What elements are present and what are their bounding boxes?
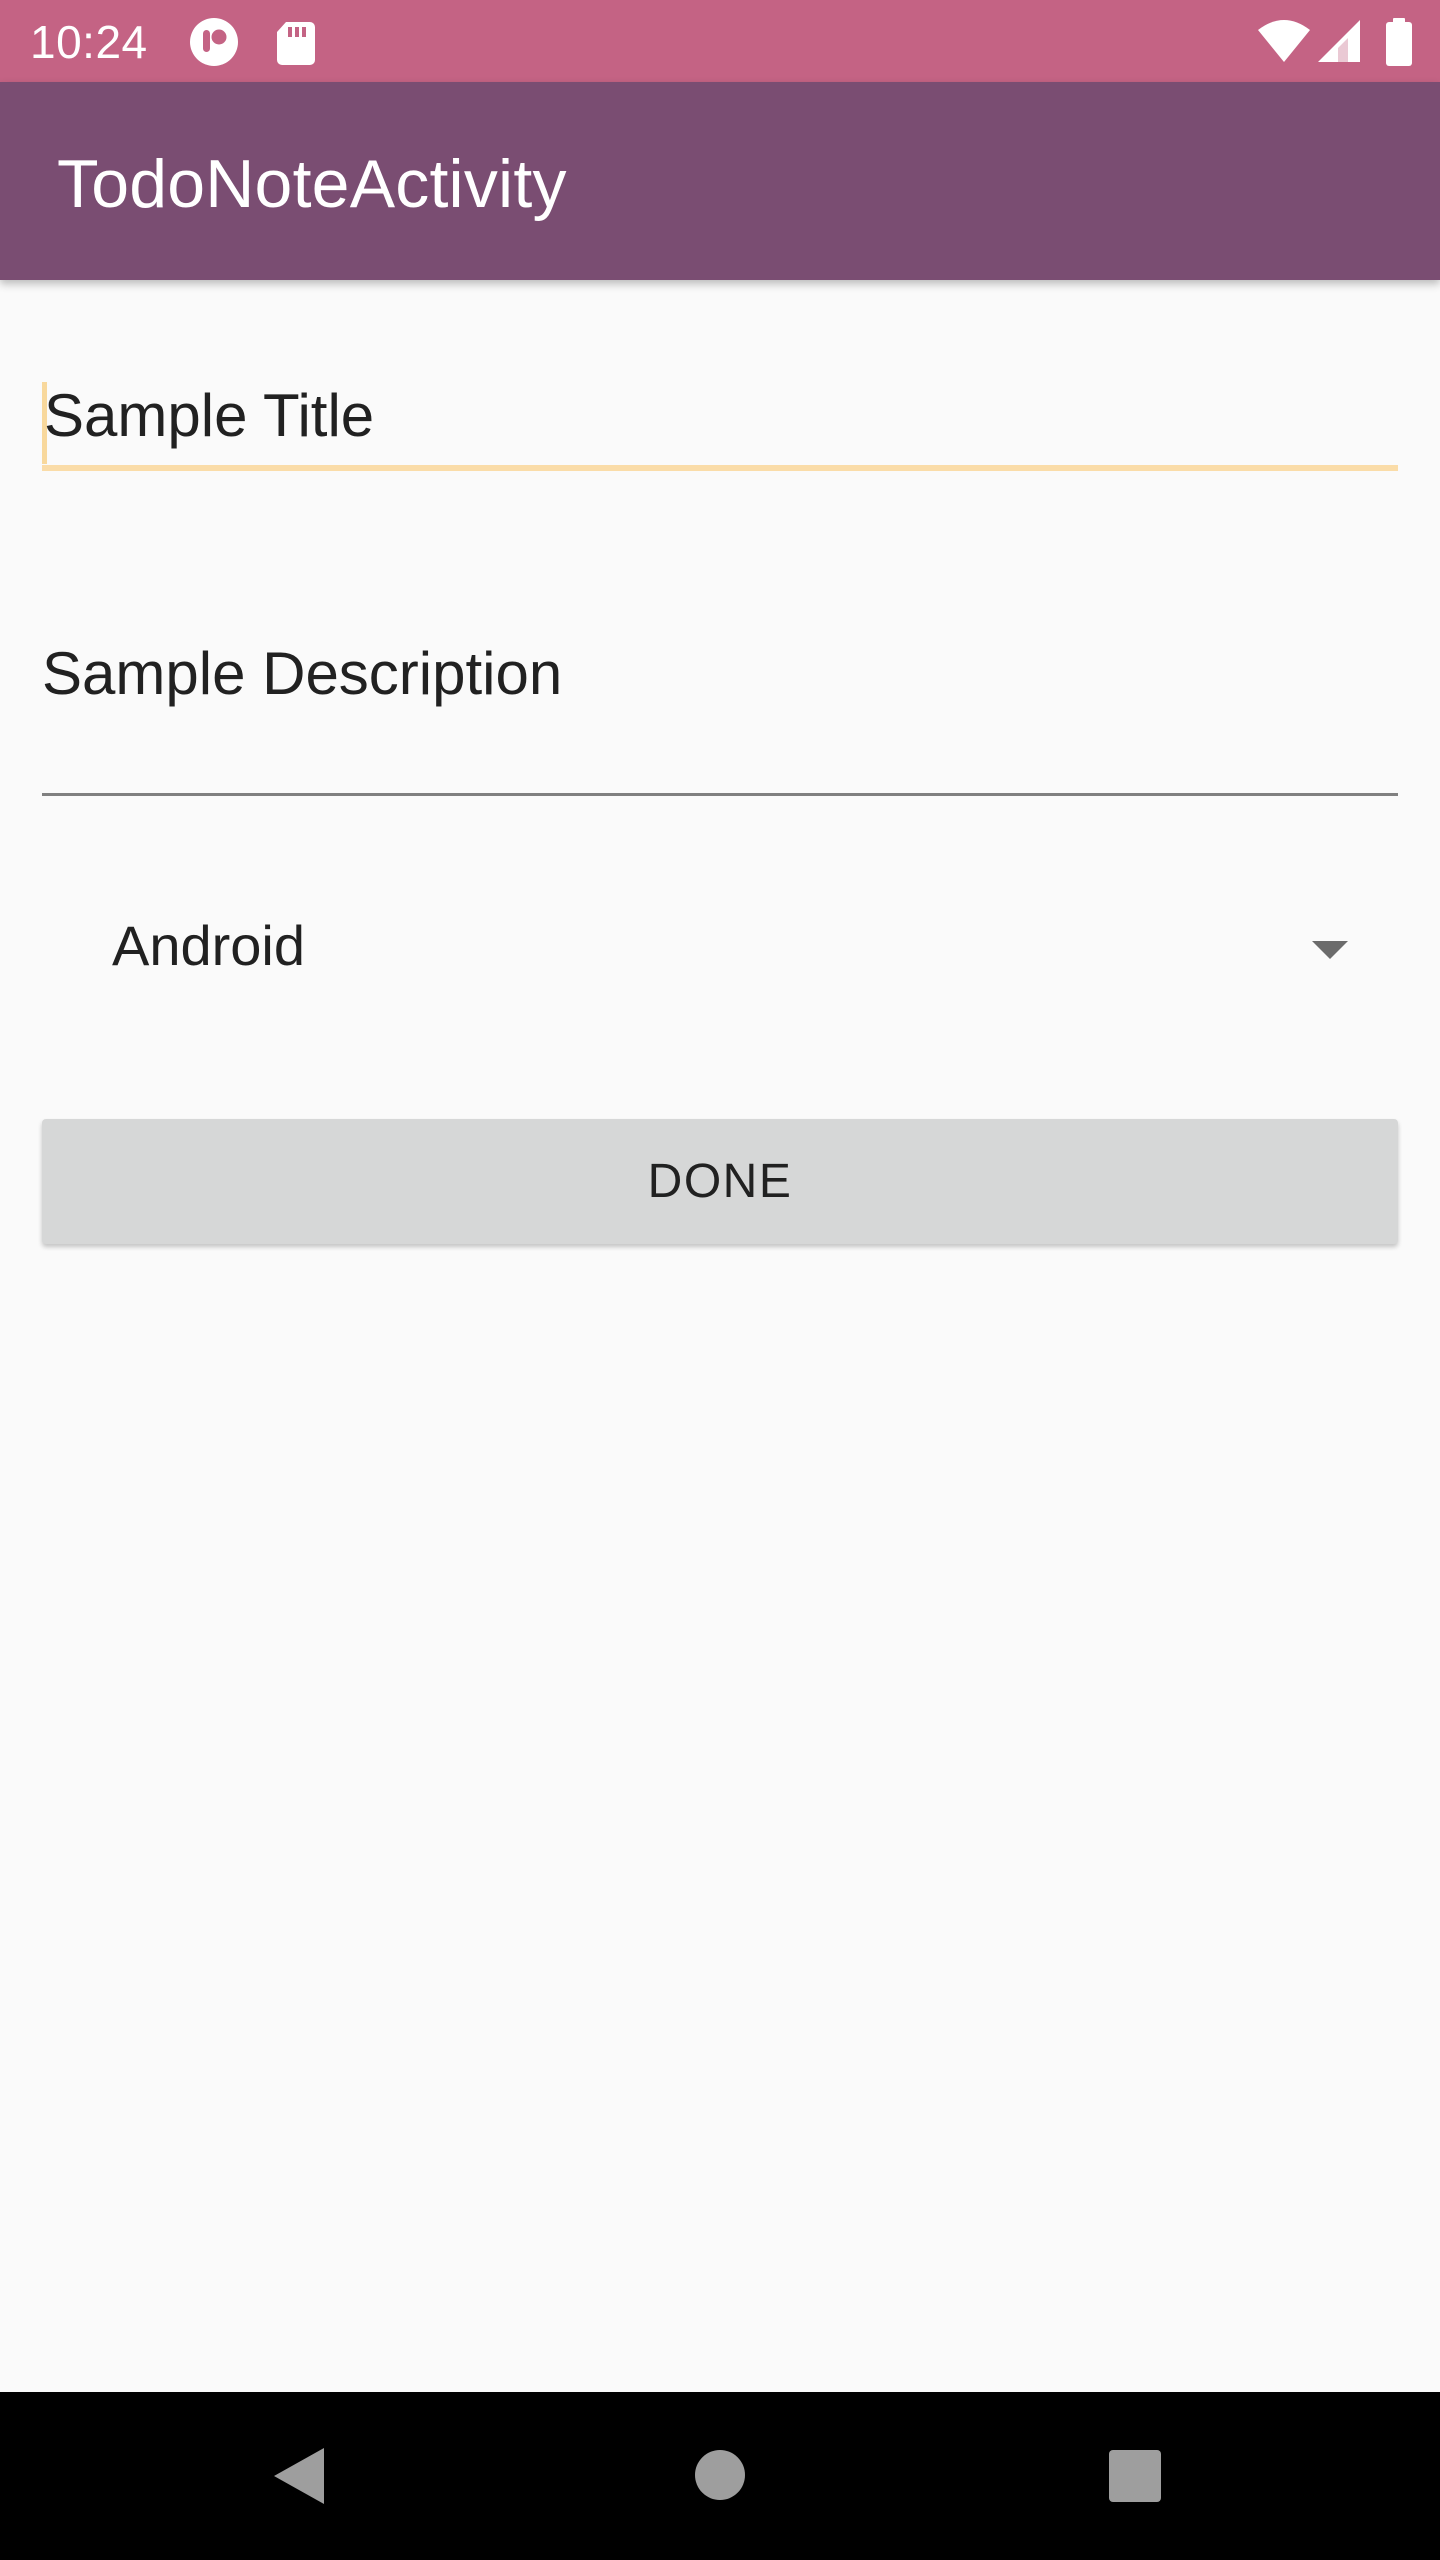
done-button[interactable]: DONE	[42, 1119, 1398, 1244]
note-description-value: Sample Description	[42, 640, 563, 707]
note-title-value: Sample Title	[44, 382, 375, 449]
wifi-icon	[1258, 20, 1310, 62]
note-description-field[interactable]: Sample Description	[42, 638, 1398, 798]
category-spinner[interactable]: Android	[42, 880, 1398, 1020]
note-description-underline	[42, 793, 1398, 796]
dropdown-arrow-icon	[1312, 941, 1348, 959]
notification-app-icon	[190, 18, 238, 66]
battery-icon	[1386, 18, 1412, 66]
page-title: TodoNoteActivity	[57, 146, 567, 222]
app-bar: TodoNoteActivity	[0, 82, 1440, 280]
cell-signal-icon	[1318, 20, 1360, 62]
sd-card-icon	[277, 22, 315, 65]
navigation-bar	[0, 2392, 1440, 2560]
category-selected-value: Android	[112, 914, 306, 977]
status-time: 10:24	[30, 16, 148, 68]
status-bar: 10:24	[0, 0, 1440, 82]
home-icon[interactable]	[695, 2450, 745, 2500]
note-title-underline	[42, 465, 1398, 471]
note-title-field[interactable]: Sample Title	[42, 380, 1398, 471]
recents-icon[interactable]	[1109, 2450, 1161, 2502]
back-icon[interactable]	[274, 2448, 324, 2504]
